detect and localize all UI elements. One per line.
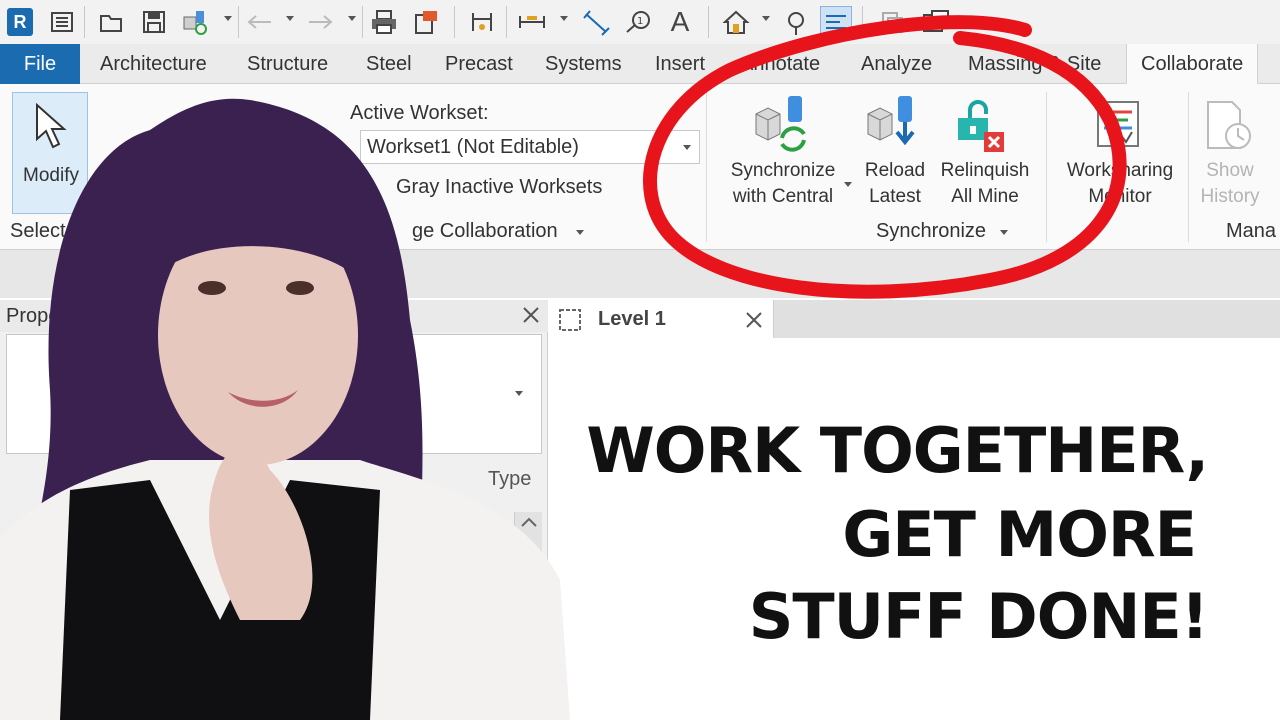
undo-dropdown-icon[interactable] bbox=[286, 16, 294, 21]
home-dropdown-icon[interactable] bbox=[762, 16, 770, 21]
revit-logo-letter: R bbox=[7, 8, 33, 36]
toolbar-separator bbox=[862, 6, 863, 38]
sync-central-icon bbox=[755, 96, 806, 152]
headline-line-2: GET MORE bbox=[842, 498, 1197, 571]
chevron-down-icon bbox=[683, 145, 691, 150]
app-menu-icon[interactable] bbox=[46, 6, 78, 38]
relinquish-line1: Relinquish bbox=[940, 160, 1030, 181]
headline-line-1: WORK TOGETHER, bbox=[586, 414, 1209, 487]
export-icon[interactable] bbox=[410, 6, 442, 38]
text-tool-glyph: A bbox=[670, 6, 690, 37]
show-history-icon bbox=[1207, 101, 1251, 149]
thin-lines-icon[interactable] bbox=[820, 6, 852, 38]
sync-dropdown-icon[interactable] bbox=[224, 16, 232, 21]
close-icon[interactable] bbox=[744, 310, 764, 330]
tag-icon[interactable]: 1 bbox=[622, 6, 654, 38]
print-icon[interactable] bbox=[368, 6, 400, 38]
sync-central-line2: with Central bbox=[732, 186, 834, 207]
toolbar-separator bbox=[506, 6, 507, 38]
toolbar-separator bbox=[84, 6, 85, 38]
toolbar-separator bbox=[238, 6, 239, 38]
worksharing-monitor-line2: Monitor bbox=[1088, 186, 1152, 207]
reload-latest-line1: Reload bbox=[864, 160, 926, 181]
sync-icon[interactable] bbox=[180, 6, 212, 38]
view-tab-title: Level 1 bbox=[598, 308, 666, 330]
sync-central-line1: Synchronize bbox=[730, 160, 836, 181]
sync-central-dropdown-icon[interactable] bbox=[844, 182, 852, 187]
quick-access-toolbar: R 1 A bbox=[0, 0, 1280, 44]
show-history-line1: Show bbox=[1206, 160, 1254, 181]
panel-separator bbox=[706, 92, 707, 242]
home-view-icon[interactable] bbox=[720, 6, 752, 38]
toolbar-separator bbox=[362, 6, 363, 38]
save-icon[interactable] bbox=[138, 6, 170, 38]
reload-latest-line2: Latest bbox=[869, 186, 921, 207]
reload-latest-icon bbox=[867, 96, 915, 146]
toolbar-separator bbox=[708, 6, 709, 38]
relinquish-lock-icon bbox=[958, 100, 1004, 152]
toolbar-separator bbox=[454, 6, 455, 38]
left-eye bbox=[198, 281, 226, 295]
worksharing-monitor-line1: Worksharing bbox=[1066, 160, 1174, 181]
tab-massing-site[interactable]: Massing & Site bbox=[968, 44, 1101, 84]
undo-icon[interactable] bbox=[244, 6, 276, 38]
synchronize-dropdown-icon[interactable] bbox=[1000, 230, 1008, 235]
panel-separator bbox=[1188, 92, 1189, 242]
right-eye bbox=[286, 281, 314, 295]
reload-latest-button[interactable]: Reload Latest bbox=[858, 94, 932, 214]
presenter-photo bbox=[0, 98, 570, 720]
revit-logo-icon[interactable]: R bbox=[4, 6, 36, 38]
tab-annotate[interactable]: Annotate bbox=[740, 44, 820, 84]
svg-text:1: 1 bbox=[637, 16, 643, 27]
dimension-icon[interactable] bbox=[516, 6, 548, 38]
open-icon[interactable] bbox=[96, 6, 128, 38]
redo-dropdown-icon[interactable] bbox=[348, 16, 356, 21]
tab-collaborate[interactable]: Collaborate bbox=[1126, 44, 1259, 85]
tab-insert[interactable]: Insert bbox=[655, 44, 705, 84]
synchronize-panel-title[interactable]: Synchronize bbox=[876, 220, 986, 243]
worksharing-monitor-icon bbox=[1097, 101, 1139, 147]
headline-line-3: STUFF DONE! bbox=[748, 580, 1209, 653]
manage-models-panel-title[interactable]: Mana bbox=[1226, 220, 1276, 243]
section-icon[interactable] bbox=[780, 6, 812, 38]
redo-icon[interactable] bbox=[304, 6, 336, 38]
relinquish-line2: All Mine bbox=[951, 186, 1019, 207]
panel-separator bbox=[1046, 92, 1047, 242]
show-history-line2: History bbox=[1200, 186, 1260, 207]
view-tab-bar: Level 1 bbox=[548, 300, 1280, 340]
close-inactive-icon[interactable] bbox=[876, 6, 908, 38]
switch-windows-icon[interactable] bbox=[920, 6, 952, 38]
worksharing-monitor-button[interactable]: Worksharing Monitor bbox=[1056, 94, 1184, 214]
aligned-dimension-icon[interactable] bbox=[580, 6, 612, 38]
synchronize-with-central-button[interactable]: Synchronize with Central bbox=[722, 94, 844, 214]
dimension-dropdown-icon[interactable] bbox=[560, 16, 568, 21]
tab-analyze[interactable]: Analyze bbox=[861, 44, 932, 84]
relinquish-all-mine-button[interactable]: Relinquish All Mine bbox=[934, 94, 1036, 214]
show-history-button[interactable]: Show History bbox=[1192, 94, 1268, 214]
text-icon[interactable]: A bbox=[664, 6, 696, 38]
measure-icon[interactable] bbox=[466, 6, 498, 38]
